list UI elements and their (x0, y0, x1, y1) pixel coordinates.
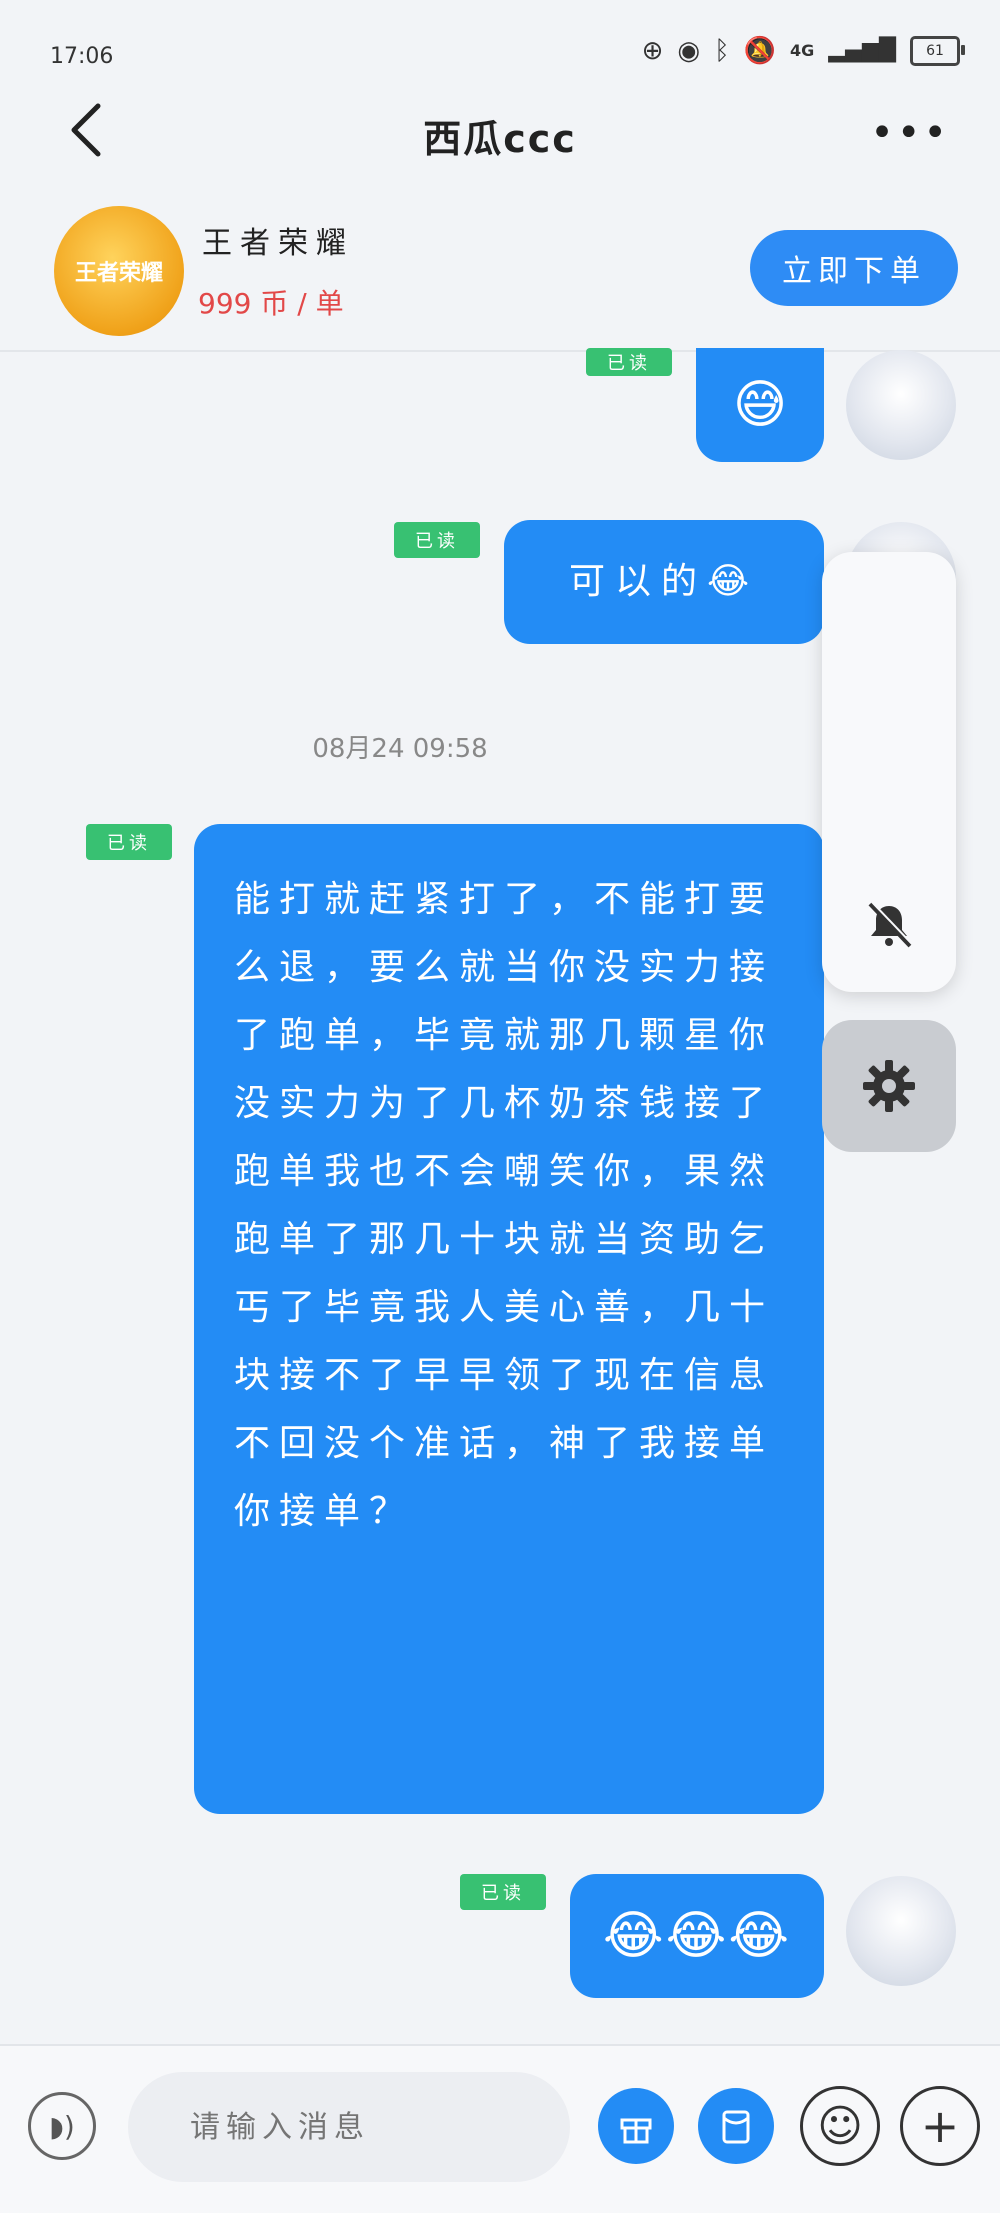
battery-icon: 61 (910, 36, 965, 66)
mute-button[interactable] (862, 898, 916, 963)
plus-button[interactable]: + (900, 2086, 980, 2166)
game-logo: 王者荣耀 (54, 206, 184, 336)
price: 999 币 / 单 (198, 287, 344, 320)
status-icons: ⊕ ◉ ᛒ 🔕 4G ▂▄▆█ 61 (641, 36, 965, 66)
more-icon: ••• (870, 110, 950, 156)
message-input[interactable] (128, 2072, 570, 2182)
avatar[interactable] (846, 1876, 956, 1986)
message-bubble[interactable]: 😅 (696, 348, 824, 462)
timestamp: 08月24 09:58 (312, 734, 488, 764)
read-badge: 已读 (460, 1874, 546, 1910)
settings-icon (863, 1060, 915, 1112)
read-badge: 已读 (586, 348, 672, 376)
emoji-icon: ☺ (817, 2100, 863, 2152)
read-badge: 已读 (394, 522, 480, 558)
page-title: 西瓜ccc (423, 117, 577, 161)
voice-button[interactable]: ◗) (28, 2092, 96, 2160)
plus-icon: + (920, 2099, 960, 2153)
more-button[interactable]: ••• (870, 110, 950, 156)
red-packet-button[interactable] (698, 2088, 774, 2164)
voice-icon: ◗) (49, 2109, 75, 2143)
eye-icon: ◉ (677, 36, 701, 66)
mute-icon (868, 901, 913, 948)
avatar[interactable] (846, 350, 956, 460)
gift-icon (620, 2118, 652, 2144)
nfc-icon: ⊕ (641, 36, 664, 66)
order-now-button[interactable]: 立即下单 (750, 230, 958, 306)
read-badge: 已读 (86, 824, 172, 860)
network-label: 4G (790, 41, 815, 60)
settings-button[interactable] (822, 1020, 956, 1152)
message-bubble[interactable]: 😂😂😂 (570, 1874, 824, 1998)
status-time: 17:06 (50, 44, 114, 69)
gift-button[interactable] (598, 2088, 674, 2164)
game-name: 王者荣耀 (202, 226, 354, 261)
mute-bell-icon: 🔕 (743, 36, 777, 66)
signal-icon: ▂▄▆█ (828, 38, 896, 63)
red-packet-icon (722, 2110, 750, 2144)
bluetooth-icon: ᛒ (714, 36, 730, 66)
emoji-button[interactable]: ☺ (800, 2086, 880, 2166)
message-bubble[interactable]: 能打就赶紧打了，不能打要么退，要么就当你没实力接了跑单，毕竟就那几颗星你没实力为… (194, 824, 824, 1814)
message-bubble[interactable]: 可以的😂 (504, 520, 824, 644)
